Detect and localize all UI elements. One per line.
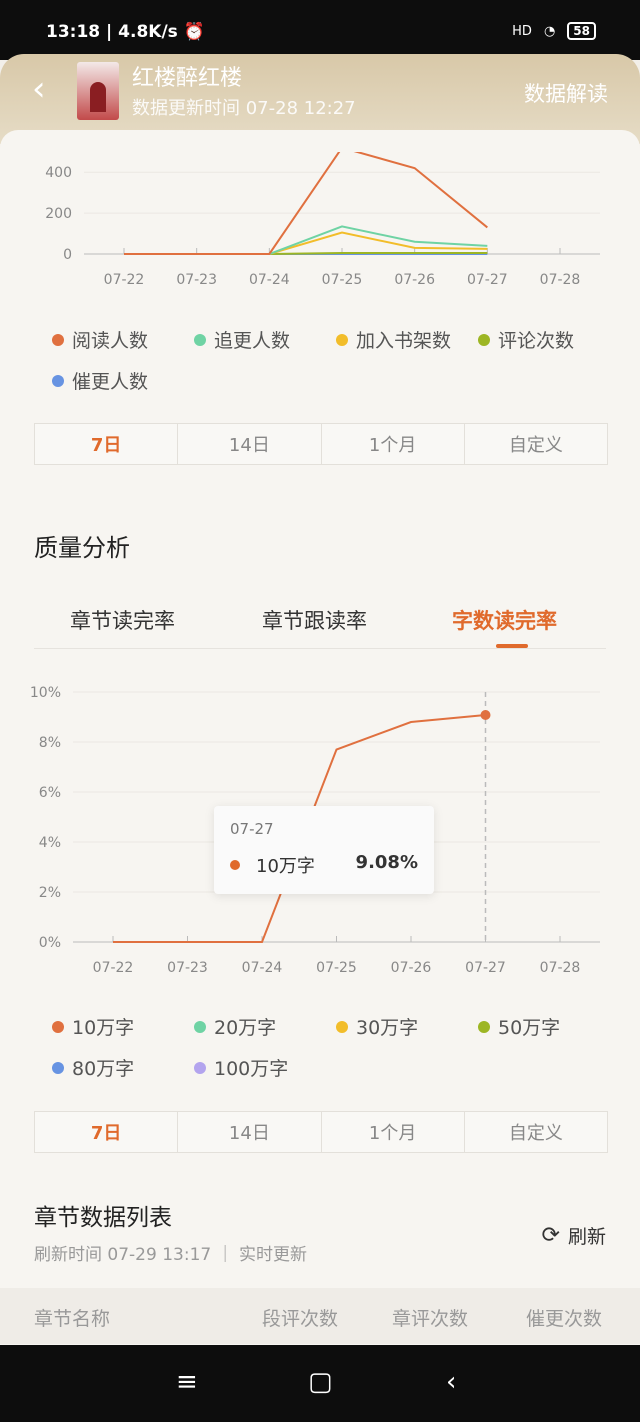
range-tabs-1: 7日 14日 1个月 自定义: [34, 423, 608, 465]
chapter-list-refresh-time: 刷新时间 07-29 13:17 ｜ 实时更新: [34, 1245, 308, 1265]
legend-dot-30w: [336, 1020, 348, 1033]
status-bar: 13:18 | 4.8K/s ⏰ HD ◔ 58: [0, 0, 640, 60]
range-tabs-2: 7日 14日 1个月 自定义: [34, 1111, 608, 1153]
refresh-label: 刷新: [567, 1226, 606, 1248]
y-tick-label: 4%: [39, 835, 61, 851]
data-interpretation-button[interactable]: 数据解读: [524, 78, 608, 108]
x-tick-label: 07-26: [391, 960, 432, 976]
back-icon[interactable]: ‹: [32, 72, 46, 106]
quality-title: 质量分析: [34, 534, 130, 562]
tab-underline: [496, 644, 528, 648]
legend-dot-10w: [52, 1020, 64, 1033]
wifi-icon: ◔: [543, 23, 556, 39]
legend-dot-urge: [52, 374, 64, 387]
legend-dot-follow: [194, 333, 206, 346]
x-tick-label: 07-27: [467, 272, 508, 288]
x-tick-label: 07-25: [322, 272, 363, 288]
refresh-icon: ⟳: [541, 1223, 560, 1248]
col-urge-count[interactable]: 催更次数: [526, 1304, 602, 1331]
range-custom-2[interactable]: 自定义: [463, 1112, 607, 1152]
nav-bar: ≡ ▢ ‹: [0, 1345, 640, 1422]
legend-dot-comment: [478, 333, 490, 346]
status-icons: HD ◔ 58: [512, 22, 596, 40]
hover-point: [480, 710, 491, 720]
legend-read: 阅读人数: [52, 326, 148, 353]
x-tick-label: 07-24: [249, 272, 290, 288]
battery-icon: 58: [567, 22, 596, 40]
legend-80w: 80万字: [52, 1054, 134, 1081]
tooltip-value: 9.08%: [355, 852, 418, 873]
tooltip-series: 10万字: [256, 856, 315, 877]
legend-dot-50w: [478, 1020, 490, 1033]
legend-dot-100w: [194, 1061, 206, 1074]
x-tick-label: 07-22: [104, 272, 145, 288]
back-nav-icon[interactable]: ‹: [446, 1367, 456, 1397]
tab-word-completion[interactable]: 字数读完率: [452, 605, 557, 635]
refresh-button[interactable]: ⟳ 刷新: [542, 1222, 606, 1249]
legend-50w: 50万字: [478, 1013, 560, 1040]
legend-dot-80w: [52, 1061, 64, 1074]
series-line-0: [124, 152, 488, 255]
signal-icon: HD: [512, 23, 532, 39]
x-tick-label: 07-25: [316, 960, 357, 976]
tooltip-dot: [230, 860, 240, 870]
legend-dot-shelf: [336, 333, 348, 346]
update-time: 数据更新时间 07-28 12:27: [132, 98, 356, 119]
range-14d-2[interactable]: 14日: [177, 1112, 320, 1152]
legend-dot-read: [52, 333, 64, 346]
range-1m-2[interactable]: 1个月: [320, 1112, 464, 1152]
y-tick-label: 2%: [39, 885, 61, 901]
legend-100w: 100万字: [194, 1054, 288, 1081]
legend-shelf: 加入书架数: [336, 326, 451, 353]
quality-tabs: 章节读完率 章节跟读率 字数读完率: [34, 600, 606, 649]
x-tick-label: 07-28: [540, 272, 581, 288]
y-tick-label: 0%: [39, 935, 61, 951]
range-7d-2[interactable]: 7日: [35, 1112, 177, 1152]
tooltip-date: 07-27: [230, 820, 274, 838]
col-paragraph-comments[interactable]: 段评次数: [262, 1304, 338, 1331]
y-tick-label: 0: [63, 247, 72, 263]
x-tick-label: 07-26: [394, 272, 435, 288]
legend-urge: 催更人数: [52, 367, 148, 394]
book-cover: [77, 62, 119, 120]
home-icon[interactable]: ▢: [308, 1367, 333, 1397]
y-tick-label: 8%: [39, 735, 61, 751]
status-time: 13:18 | 4.8K/s ⏰: [46, 22, 205, 42]
legend-10w: 10万字: [52, 1013, 134, 1040]
series-line-1: [124, 225, 488, 255]
range-1m[interactable]: 1个月: [320, 424, 464, 464]
x-tick-label: 07-27: [465, 960, 506, 976]
chart-tooltip: 07-27 10万字 9.08%: [214, 806, 434, 894]
y-tick-label: 200: [45, 206, 72, 222]
range-7d[interactable]: 7日: [35, 424, 177, 464]
chapter-list-title: 章节数据列表: [34, 1205, 172, 1231]
legend-dot-20w: [194, 1020, 206, 1033]
book-title: 红楼醉红楼: [132, 66, 243, 91]
table-header: 章节名称 段评次数 章评次数 催更次数: [0, 1288, 640, 1344]
x-tick-label: 07-22: [93, 960, 134, 976]
col-chapter-comments[interactable]: 章评次数: [392, 1304, 468, 1331]
legend-comment: 评论次数: [478, 326, 574, 353]
menu-icon[interactable]: ≡: [176, 1367, 198, 1397]
range-14d[interactable]: 14日: [177, 424, 320, 464]
y-tick-label: 400: [45, 165, 72, 181]
y-tick-label: 10%: [30, 685, 61, 701]
col-chapter-name[interactable]: 章节名称: [34, 1304, 110, 1331]
tab-chapter-follow[interactable]: 章节跟读率: [262, 605, 367, 635]
legend-20w: 20万字: [194, 1013, 276, 1040]
x-tick-label: 07-23: [176, 272, 217, 288]
trend-chart: 0 200 400 07-22 07-23 07-24 07-25 07-26 07-27 07-…: [45, 152, 600, 288]
x-tick-label: 07-23: [167, 960, 208, 976]
legend-follow: 追更人数: [194, 326, 290, 353]
legend-30w: 30万字: [336, 1013, 418, 1040]
tab-chapter-completion[interactable]: 章节读完率: [70, 605, 175, 635]
y-tick-label: 6%: [39, 785, 61, 801]
x-tick-label: 07-28: [540, 960, 581, 976]
range-custom[interactable]: 自定义: [463, 424, 607, 464]
x-tick-label: 07-24: [242, 960, 283, 976]
